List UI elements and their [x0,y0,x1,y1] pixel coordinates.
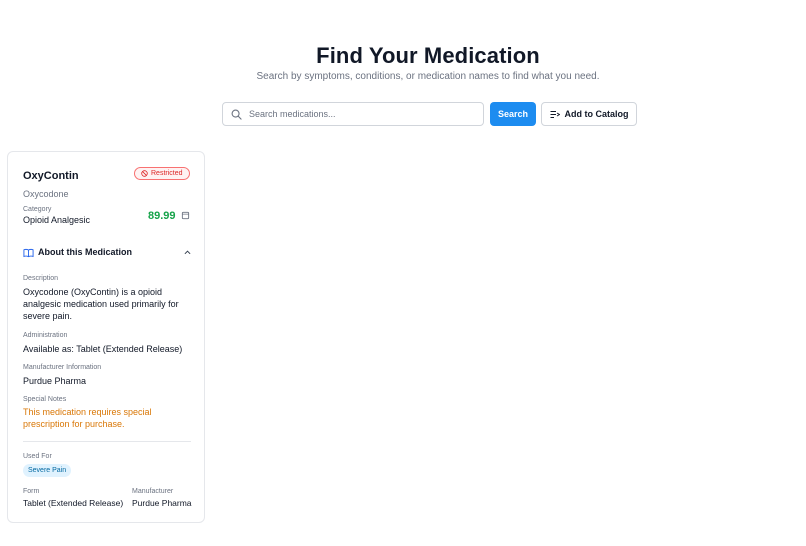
manufacturer-label: Manufacturer [132,488,174,495]
search-input[interactable] [247,108,471,120]
restricted-badge: Restricted [134,167,190,180]
search-icon [231,109,242,120]
used-for-label: Used For [23,453,52,460]
form-label: Form [23,488,40,495]
chevron-up-icon[interactable] [184,250,191,255]
price: 89.99 [148,210,176,222]
page-header: Find Your Medication Search by symptoms,… [0,42,806,82]
description-text: Oxycodone (OxyContin) is a opioid analge… [23,287,179,321]
medication-card: OxyContin Restricted Oxycodone Category … [7,151,205,523]
form-value: Tablet (Extended Release) [23,498,124,508]
manufacturer-value: Purdue Pharma [132,498,192,508]
special-notes-value: This medication requires special prescri… [23,407,152,429]
search-button[interactable]: Search [490,102,536,126]
section-divider [23,441,191,442]
search-field[interactable] [222,102,484,126]
administration-value: Available as: Tablet (Extended Release) [23,344,183,354]
page-subtitle: Search by symptoms, conditions, or medic… [256,71,600,82]
used-for-tag: Severe Pain [23,464,72,477]
add-to-catalog-button[interactable]: Add to Catalog [541,102,637,126]
about-section-toggle[interactable]: About this Medication [38,247,132,257]
category-label: Category [23,206,52,213]
page-title: Find Your Medication [316,43,540,68]
restricted-badge-label: Restricted [151,170,183,177]
book-open-icon [23,248,34,258]
add-to-catalog-label: Add to Catalog [564,109,629,119]
administration-label: Administration [23,332,68,339]
manufacturer-info-value: Purdue Pharma [23,376,87,386]
category-value: Opioid Analgesic [23,215,91,225]
medication-name: OxyContin [23,170,79,182]
special-notes-label: Special Notes [23,396,67,403]
ban-icon [141,170,148,177]
cart-icon[interactable] [181,211,190,220]
generic-name: Oxycodone [23,189,69,199]
list-add-icon [550,110,560,118]
description-label: Description [23,275,59,282]
search-bar: Search Add to Catalog [222,102,637,126]
manufacturer-info-label: Manufacturer Information [23,364,102,371]
